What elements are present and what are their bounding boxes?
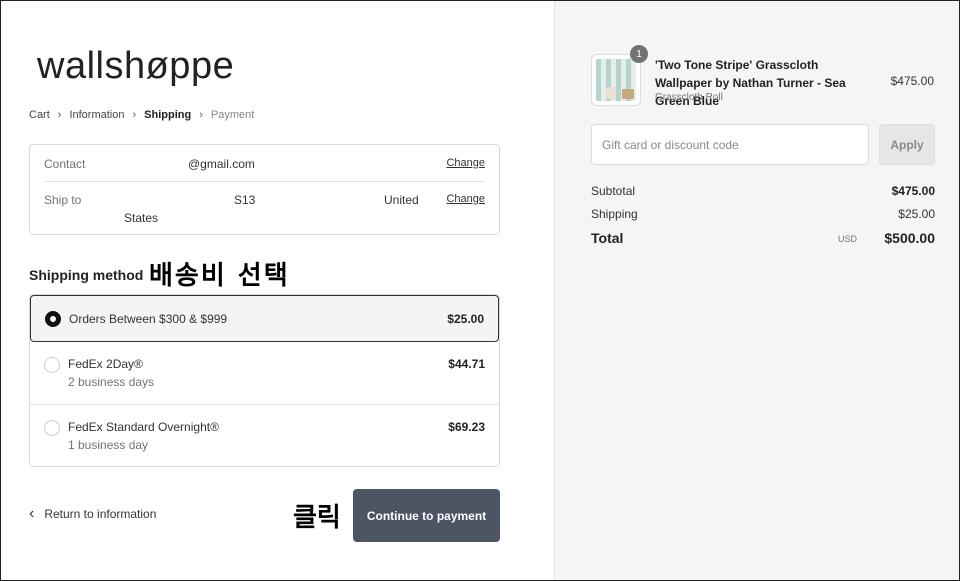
product-variant: Grasscloth Roll — [655, 92, 723, 103]
shipping-line: Shipping $25.00 — [591, 207, 935, 221]
method-name: Orders Between $300 & $999 — [69, 312, 228, 326]
breadcrumb-cart[interactable]: Cart — [29, 109, 50, 121]
shipping-method-option[interactable]: Orders Between $300 & $999 $25.00 — [30, 295, 499, 342]
method-name: FedEx 2Day® — [68, 357, 143, 371]
radio-selected[interactable] — [45, 311, 61, 327]
return-to-information-link[interactable]: ‹ Return to information — [29, 505, 157, 522]
discount-code-input[interactable] — [591, 124, 869, 165]
annotation-select-shipping: 배송비 선택 — [149, 261, 290, 291]
total-line: Total USD $500.00 — [591, 230, 935, 248]
method-name: FedEx Standard Overnight® — [68, 420, 219, 434]
method-price: $44.71 — [448, 357, 485, 371]
apply-discount-button[interactable]: Apply — [879, 124, 935, 165]
checkout-main: wallshøppe Cart › Information › Shipping… — [1, 1, 554, 580]
subtotal-value: $475.00 — [891, 184, 935, 198]
return-label: Return to information — [44, 507, 157, 521]
radio-unselected[interactable] — [44, 357, 60, 373]
ship-to-address-part: S13 — [234, 193, 256, 207]
review-divider — [44, 181, 485, 182]
breadcrumb: Cart › Information › Shipping › Payment — [29, 109, 254, 121]
method-price: $69.23 — [448, 420, 485, 434]
breadcrumb-shipping: Shipping — [144, 109, 192, 121]
subtotal-line: Subtotal $475.00 — [591, 184, 935, 198]
shipping-value: $25.00 — [898, 207, 935, 221]
ship-to-label: Ship to — [44, 193, 82, 207]
order-summary: 1 'Two Tone Stripe' Grasscloth Wallpaper… — [554, 1, 959, 580]
shipping-method-title: Shipping method — [29, 267, 144, 283]
product-thumbnail — [591, 54, 641, 106]
chevron-right-icon: › — [132, 109, 137, 121]
subtotal-label: Subtotal — [591, 184, 636, 198]
annotation-click: 클릭 — [293, 503, 341, 533]
chevron-right-icon: › — [199, 109, 203, 121]
chevron-right-icon: › — [57, 109, 62, 121]
product-price: $475.00 — [890, 74, 934, 88]
breadcrumb-information[interactable]: Information — [69, 109, 124, 121]
quantity-badge: 1 — [630, 45, 648, 63]
shipping-label: Shipping — [591, 207, 638, 221]
review-block: Contact @gmail.com Change Ship to S13 Un… — [29, 144, 500, 235]
method-delivery-time: 2 business days — [68, 375, 155, 389]
breadcrumb-payment: Payment — [210, 109, 255, 121]
brand-logo[interactable]: wallshøppe — [37, 45, 234, 88]
method-delivery-time: 1 business day — [68, 438, 149, 452]
total-currency: USD — [837, 234, 857, 244]
continue-to-payment-button[interactable]: Continue to payment — [353, 489, 500, 542]
radio-unselected[interactable] — [44, 420, 60, 436]
change-ship-to-link[interactable]: Change — [446, 193, 485, 205]
change-contact-link[interactable]: Change — [446, 157, 485, 169]
chair-shape — [606, 87, 616, 99]
total-label: Total — [591, 230, 624, 246]
ship-to-country: United — [384, 193, 419, 207]
chevron-left-icon: ‹ — [29, 505, 35, 522]
contact-value: @gmail.com — [188, 157, 255, 171]
method-price: $25.00 — [447, 312, 484, 326]
wallpaper-image — [596, 59, 636, 101]
total-value: $500.00 — [884, 230, 935, 246]
table-shape — [622, 89, 634, 99]
ship-to-country-cont: States — [124, 211, 159, 225]
shipping-methods-list: Orders Between $300 & $999 $25.00 FedEx … — [29, 294, 500, 467]
shipping-method-option[interactable]: FedEx 2Day® 2 business days $44.71 — [30, 342, 499, 405]
shipping-method-option[interactable]: FedEx Standard Overnight® 1 business day… — [30, 405, 499, 466]
contact-label: Contact — [44, 157, 86, 171]
